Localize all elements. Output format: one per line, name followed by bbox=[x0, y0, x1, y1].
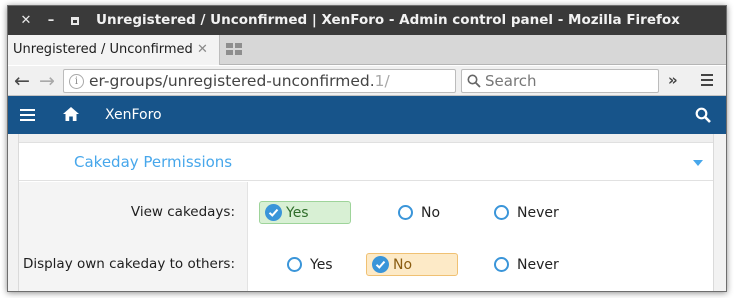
url-bar[interactable]: i er-groups/unregistered-unconfirmed.1/ … bbox=[63, 69, 456, 93]
radio-circle-icon bbox=[494, 205, 509, 220]
check-circle-icon bbox=[372, 256, 389, 273]
tab-strip: Unregistered / Unconfirmed ✕ bbox=[8, 35, 726, 65]
option-label: No bbox=[421, 204, 441, 221]
close-icon: ✕ bbox=[20, 13, 32, 28]
search-input[interactable]: Search bbox=[461, 69, 659, 93]
tab-grid-icon[interactable] bbox=[226, 43, 242, 56]
option-label: Yes bbox=[310, 256, 333, 273]
tab-unregistered-unconfirmed[interactable]: Unregistered / Unconfirmed ✕ bbox=[8, 35, 220, 65]
back-button[interactable]: ← bbox=[11, 66, 33, 96]
browser-window: ✕ – Unregistered / Unconfirmed | XenForo… bbox=[7, 5, 727, 292]
window-maximize-button[interactable] bbox=[65, 6, 85, 35]
radio-circle-icon bbox=[287, 257, 302, 272]
display-cakeday-never-radio[interactable]: Never bbox=[494, 253, 559, 276]
view-cakedays-no-radio[interactable]: No bbox=[398, 201, 440, 224]
collapse-caret-icon[interactable] bbox=[693, 160, 703, 166]
tab-close-icon[interactable]: ✕ bbox=[197, 35, 208, 65]
content-area: Cakeday Permissions View cakedays: Displ… bbox=[8, 134, 726, 291]
section-header[interactable]: Cakeday Permissions bbox=[19, 143, 713, 181]
check-circle-icon bbox=[265, 204, 282, 221]
option-label: No bbox=[393, 256, 413, 273]
info-icon[interactable]: i bbox=[69, 74, 84, 89]
window-minimize-button[interactable]: – bbox=[41, 6, 61, 35]
maximize-icon bbox=[71, 16, 79, 25]
window-close-button[interactable]: ✕ bbox=[16, 6, 36, 35]
tab-title: Unregistered / Unconfirmed bbox=[13, 42, 193, 57]
app-header: XenForo bbox=[8, 96, 726, 134]
url-path-tail: 1/ bbox=[374, 72, 390, 90]
header-search-icon[interactable] bbox=[695, 107, 711, 123]
brand-link[interactable]: XenForo bbox=[105, 96, 162, 134]
search-placeholder: Search bbox=[485, 72, 537, 90]
view-cakedays-never-radio[interactable]: Never bbox=[494, 201, 559, 224]
radio-circle-icon bbox=[398, 205, 413, 220]
row-label-view-cakedays: View cakedays: bbox=[130, 204, 235, 220]
permissions-panel: Cakeday Permissions View cakedays: Displ… bbox=[18, 134, 714, 291]
overflow-chevron-icon[interactable]: » bbox=[668, 66, 678, 96]
forward-arrow-icon: → bbox=[39, 70, 55, 92]
panel-top-divider bbox=[19, 134, 713, 143]
hamburger-menu-icon[interactable] bbox=[701, 74, 713, 87]
url-text[interactable]: er-groups/unregistered-unconfirmed.1/ bbox=[89, 70, 390, 92]
url-path: er-groups/unregistered-unconfirmed. bbox=[89, 72, 375, 90]
minimize-icon: – bbox=[47, 13, 55, 28]
radio-circle-icon bbox=[494, 257, 509, 272]
label-column: View cakedays: Display own cakeday to ot… bbox=[19, 182, 248, 291]
row-label-display-own-cakeday: Display own cakeday to others: bbox=[22, 256, 235, 272]
option-label: Never bbox=[517, 256, 559, 273]
option-label: Never bbox=[517, 204, 559, 221]
window-title: Unregistered / Unconfirmed | XenForo - A… bbox=[96, 12, 680, 28]
search-icon bbox=[467, 74, 481, 88]
display-cakeday-yes-radio[interactable]: Yes bbox=[287, 253, 333, 276]
title-bar: ✕ – Unregistered / Unconfirmed | XenForo… bbox=[8, 6, 726, 35]
section-title[interactable]: Cakeday Permissions bbox=[74, 143, 232, 181]
back-arrow-icon: ← bbox=[14, 70, 30, 92]
display-cakeday-no-radio[interactable]: No bbox=[366, 253, 458, 276]
view-cakedays-yes-radio[interactable]: Yes bbox=[259, 201, 351, 224]
home-icon[interactable] bbox=[63, 107, 79, 121]
navigation-bar: ← → i er-groups/unregistered-unconfirmed… bbox=[8, 66, 726, 96]
menu-icon[interactable] bbox=[20, 109, 35, 121]
option-label: Yes bbox=[286, 204, 309, 221]
forward-button[interactable]: → bbox=[36, 66, 58, 96]
